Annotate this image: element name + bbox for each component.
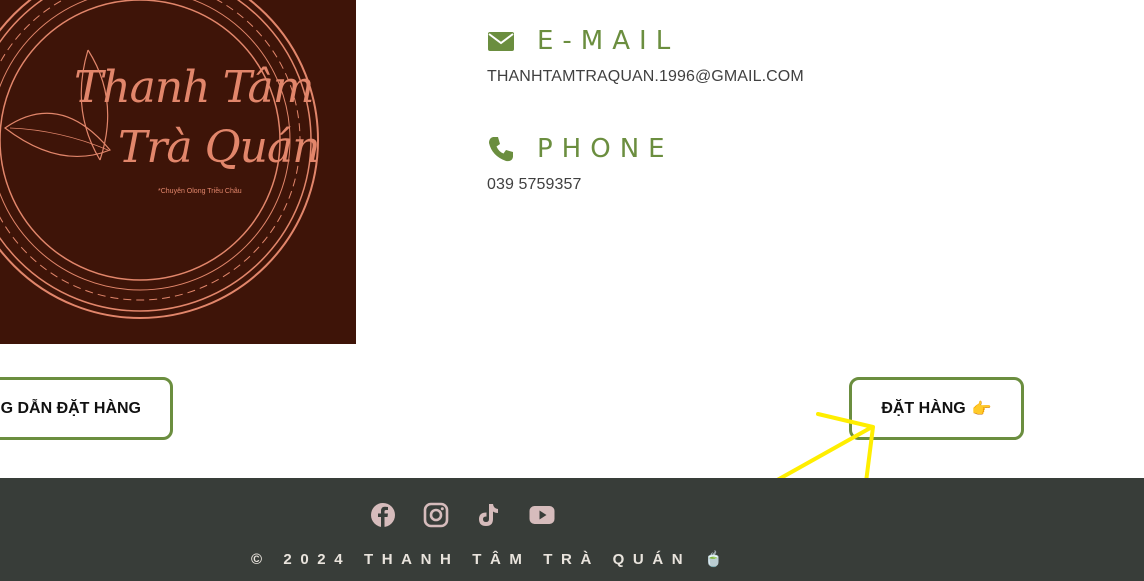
pointing-hand-icon: 👉 [971,400,992,418]
phone-title: PHONE [537,134,674,164]
email-value[interactable]: THANHTAMTRAQUAN.1996@GMAIL.COM [487,68,804,86]
brand-logo: Thanh Tâm Trà Quán *Chuyên Olong Triều C… [0,0,356,344]
email-title: E-MAIL [537,26,680,56]
copyright-text: © 2024 THANH TÂM TRÀ QUÁN 🍵 [251,551,732,568]
envelope-icon [488,32,514,51]
instagram-icon[interactable] [423,502,449,528]
youtube-icon[interactable] [529,502,555,528]
footer: © 2024 THANH TÂM TRÀ QUÁN 🍵 [0,478,1144,581]
logo-title-line1: Thanh Tâm [74,62,314,113]
order-guide-label: G DẪN ĐẶT HÀNG [0,399,141,417]
order-button[interactable]: ĐẶT HÀNG 👉 [849,377,1024,440]
facebook-icon[interactable] [370,502,396,528]
email-contact: E-MAIL THANHTAMTRAQUAN.1996@GMAIL.COM [487,26,804,86]
order-label: ĐẶT HÀNG [881,399,966,417]
logo-tagline: *Chuyên Olong Triều Châu [158,188,242,195]
tiktok-icon[interactable] [475,502,501,528]
phone-value[interactable]: 039 5759357 [487,176,674,194]
phone-icon [489,137,513,162]
phone-contact: PHONE 039 5759357 [487,134,674,194]
logo-title-line2: Trà Quán [118,122,321,173]
order-guide-button[interactable]: G DẪN ĐẶT HÀNG [0,377,173,440]
